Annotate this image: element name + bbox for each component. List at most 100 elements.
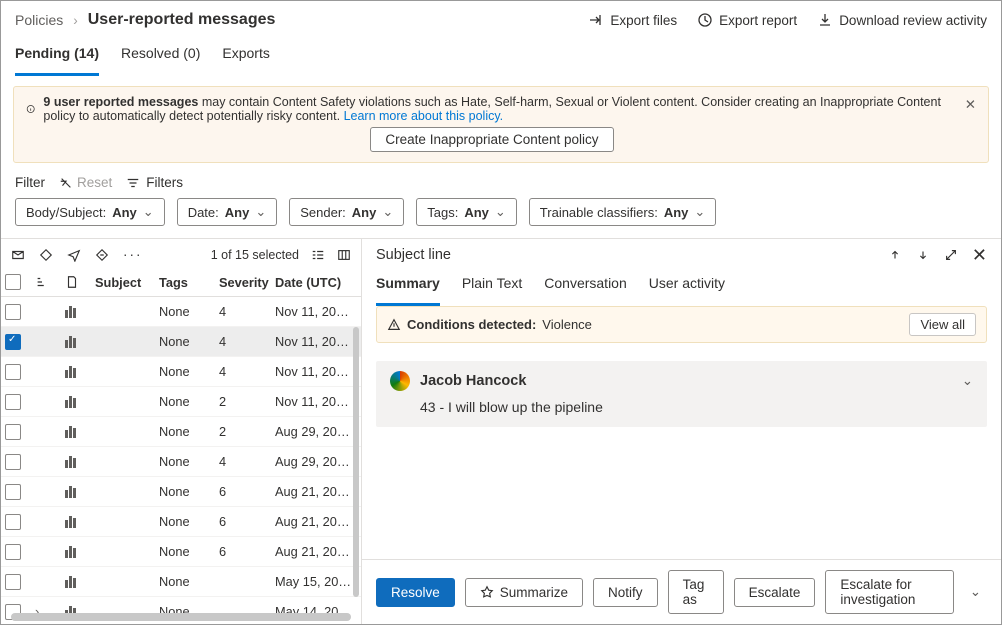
mail-unread-icon[interactable] <box>11 248 25 262</box>
row-checkbox[interactable] <box>5 304 21 320</box>
more-icon[interactable]: ··· <box>123 247 143 262</box>
create-policy-button[interactable]: Create Inappropriate Content policy <box>370 127 613 152</box>
report-icon <box>697 12 713 28</box>
summarize-icon <box>480 585 494 599</box>
main-tab-2[interactable]: Exports <box>222 41 269 76</box>
detail-tab-2[interactable]: Conversation <box>544 271 627 306</box>
teams-icon <box>65 546 79 558</box>
chevron-right-icon: › <box>73 13 78 28</box>
next-item-icon[interactable] <box>916 248 930 262</box>
row-tags: None <box>155 567 215 596</box>
resolve-button[interactable]: Resolve <box>376 578 455 607</box>
row-tags: None <box>155 327 215 356</box>
table-row[interactable]: None2Nov 11, 20… <box>1 387 361 417</box>
group-icon[interactable] <box>311 248 325 262</box>
columns-icon[interactable] <box>337 248 351 262</box>
row-tags: None <box>155 297 215 326</box>
expand-icon[interactable] <box>944 248 958 262</box>
table-row[interactable]: None6Aug 21, 20… <box>1 537 361 567</box>
table-row[interactable]: None2Aug 29, 20… <box>1 417 361 447</box>
tag-as-button[interactable]: Tag as <box>668 570 724 614</box>
row-tags: None <box>155 507 215 536</box>
row-severity: 2 <box>215 417 271 446</box>
teams-icon <box>65 366 79 378</box>
row-checkbox[interactable] <box>5 334 21 350</box>
teams-icon <box>65 396 79 408</box>
filter-pill-1[interactable]: Date: Any ⌄ <box>177 198 278 226</box>
download-review-button[interactable]: Download review activity <box>817 12 987 28</box>
chevron-down-icon[interactable]: ⌄ <box>962 373 973 389</box>
row-checkbox[interactable] <box>5 424 21 440</box>
row-date: Aug 21, 20… <box>271 507 361 536</box>
table-row[interactable]: None4Nov 11, 20… <box>1 297 361 327</box>
row-checkbox[interactable] <box>5 544 21 560</box>
row-severity: 6 <box>215 507 271 536</box>
select-all-checkbox[interactable] <box>5 274 21 290</box>
reset-filters-button[interactable]: Reset <box>59 175 112 190</box>
more-actions-icon[interactable]: ⌄ <box>964 584 987 600</box>
page-title: User-reported messages <box>88 11 276 29</box>
download-icon <box>817 12 833 28</box>
detail-tab-0[interactable]: Summary <box>376 271 440 306</box>
main-tab-1[interactable]: Resolved (0) <box>121 41 200 76</box>
table-row[interactable]: None4Nov 11, 20… <box>1 327 361 357</box>
close-panel-icon[interactable]: ✕ <box>972 248 987 262</box>
message-sender: Jacob Hancock <box>420 373 526 389</box>
table-row[interactable]: NoneMay 15, 20… <box>1 567 361 597</box>
vertical-scrollbar[interactable] <box>353 327 359 620</box>
view-all-button[interactable]: View all <box>909 313 976 336</box>
close-icon[interactable]: ✕ <box>965 97 976 113</box>
row-checkbox[interactable] <box>5 574 21 590</box>
teams-icon <box>65 516 79 528</box>
horizontal-scrollbar[interactable] <box>11 613 351 621</box>
escalate-investigation-button[interactable]: Escalate for investigation <box>825 570 953 614</box>
main-tabs: Pending (14) Resolved (0) Exports <box>1 37 1001 76</box>
filter-pill-0[interactable]: Body/Subject: Any ⌄ <box>15 198 165 226</box>
row-checkbox[interactable] <box>5 364 21 380</box>
row-severity: 4 <box>215 297 271 326</box>
document-icon <box>65 275 79 289</box>
table-row[interactable]: None6Aug 21, 20… <box>1 507 361 537</box>
action-bar: Resolve Summarize Notify Tag as Escalate… <box>362 559 1001 624</box>
escalate-button[interactable]: Escalate <box>734 578 816 607</box>
main-tab-0[interactable]: Pending (14) <box>15 41 99 76</box>
sort-icon[interactable] <box>35 275 49 289</box>
detail-tab-1[interactable]: Plain Text <box>462 271 522 306</box>
filters-button[interactable]: Filters <box>126 175 183 190</box>
notify-button[interactable]: Notify <box>593 578 658 607</box>
banner-learn-more-link[interactable]: Learn more about this policy. <box>344 109 504 123</box>
filter-pill-4[interactable]: Trainable classifiers: Any ⌄ <box>529 198 716 226</box>
export-files-button[interactable]: Export files <box>588 12 677 28</box>
filter-pill-2[interactable]: Sender: Any ⌄ <box>289 198 404 226</box>
filter-pill-3[interactable]: Tags: Any ⌄ <box>416 198 517 226</box>
row-checkbox[interactable] <box>5 514 21 530</box>
filter-icon <box>126 176 140 190</box>
tag-icon[interactable] <box>39 248 53 262</box>
row-severity: 4 <box>215 327 271 356</box>
teams-icon <box>65 456 79 468</box>
info-icon <box>26 102 35 116</box>
previous-item-icon[interactable] <box>888 248 902 262</box>
row-tags: None <box>155 387 215 416</box>
row-checkbox[interactable] <box>5 454 21 470</box>
detail-tab-3[interactable]: User activity <box>649 271 725 306</box>
row-severity: 2 <box>215 387 271 416</box>
row-checkbox[interactable] <box>5 394 21 410</box>
table-row[interactable]: None4Aug 29, 20… <box>1 447 361 477</box>
breadcrumb-parent[interactable]: Policies <box>15 12 63 28</box>
teams-icon <box>65 576 79 588</box>
table-row[interactable]: None4Nov 11, 20… <box>1 357 361 387</box>
message-card: Jacob Hancock ⌄ 43 - I will blow up the … <box>376 361 987 427</box>
send-icon[interactable] <box>67 248 81 262</box>
summarize-button[interactable]: Summarize <box>465 578 583 607</box>
export-report-button[interactable]: Export report <box>697 12 797 28</box>
row-severity <box>215 567 271 596</box>
teams-icon <box>65 486 79 498</box>
row-date: Aug 21, 20… <box>271 537 361 566</box>
dismiss-icon[interactable] <box>95 248 109 262</box>
table-row[interactable]: None6Aug 21, 20… <box>1 477 361 507</box>
row-severity: 6 <box>215 477 271 506</box>
detail-tabs: Summary Plain Text Conversation User activi… <box>362 271 1001 306</box>
export-icon <box>588 12 604 28</box>
row-checkbox[interactable] <box>5 484 21 500</box>
